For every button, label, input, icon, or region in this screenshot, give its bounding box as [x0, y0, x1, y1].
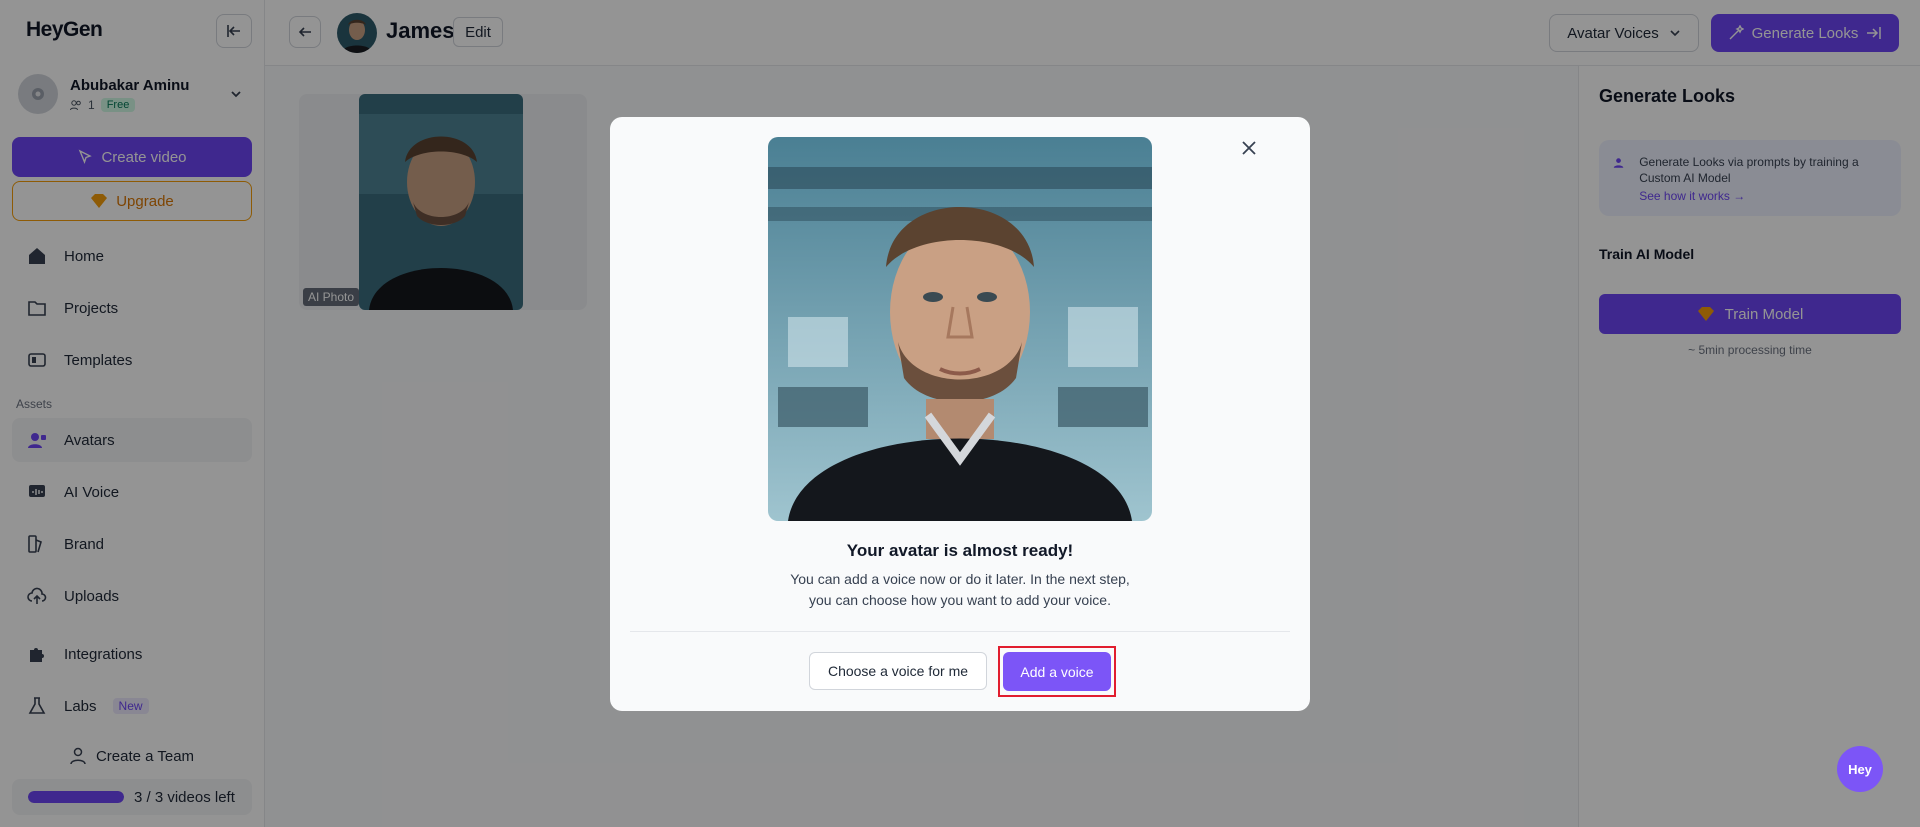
modal-description-line-2: you can choose how you want to add your …: [809, 592, 1111, 608]
avatar-ready-modal: Your avatar is almost ready! You can add…: [610, 117, 1310, 711]
modal-title: Your avatar is almost ready!: [846, 541, 1074, 560]
modal-divider: [630, 631, 1290, 632]
modal-description: You can add a voice now or do it later. …: [760, 569, 1160, 611]
help-chat-button[interactable]: Hey: [1837, 746, 1883, 792]
close-modal-button[interactable]: [1236, 135, 1262, 161]
close-icon: [1242, 141, 1256, 155]
add-a-voice-button[interactable]: Add a voice: [1003, 652, 1111, 691]
choose-voice-for-me-button[interactable]: Choose a voice for me: [809, 652, 987, 690]
modal-description-line-1: You can add a voice now or do it later. …: [790, 571, 1130, 587]
avatar-preview-image: [768, 137, 1152, 521]
